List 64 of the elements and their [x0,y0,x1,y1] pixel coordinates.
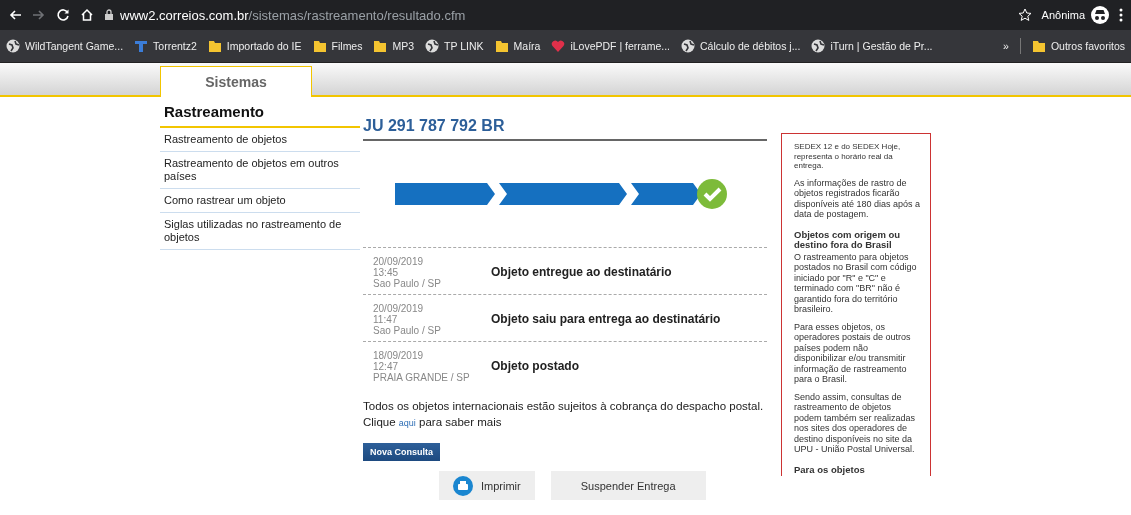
folder-icon [312,39,327,53]
info-text: SEDEX 12 e do SEDEX Hoje, representa o horário real da entrega. [794,142,902,171]
home-icon[interactable] [80,8,94,22]
event-date: 20/09/2019 [373,302,424,314]
globe-icon [681,39,695,53]
notice-text: Todos os objetos internacionais estão sujeitos à cobrança do despacho postal. Clique aqui para saber mais [363,399,765,430]
globe-icon [811,39,826,53]
new-query-button[interactable]: Nova Consulta [363,443,440,461]
event-time: 11:47 [373,313,398,325]
bookmark[interactable]: MP3 [373,39,415,53]
sidebar-link[interactable]: Rastreamento de objetos [160,128,360,152]
folder-icon [494,39,509,53]
address-bar[interactable]: www2.correios.com.br/sistemas/rastreamento/resultado.cfm [104,3,1008,27]
profile-button[interactable]: Anônima [1041,6,1109,24]
event-status: Objeto saiu para entrega ao destinatário [491,312,721,326]
bookmark[interactable]: Outros favoritos [1031,39,1125,53]
sidebar-title: Rastreamento [160,103,360,128]
globe-icon [6,39,20,53]
event-time: 13:45 [373,266,399,278]
bookmark[interactable]: Torrentz2 [134,39,197,53]
event-date: 20/09/2019 [373,255,424,267]
event-status: Objeto postado [491,359,579,373]
bookmark[interactable]: TP LINK [425,39,484,53]
heart-icon [551,39,566,53]
info-heading: Para os objetos [794,464,866,475]
bookmark[interactable]: Filmes [312,39,363,53]
star-icon[interactable] [1017,8,1032,22]
lock-icon [104,9,114,21]
sidebar-link[interactable]: Siglas utilizadas no rastreamento de objetos [160,213,360,250]
reload-icon[interactable] [56,8,70,22]
tracking-code: JU 291 787 792 BR [363,117,767,141]
printer-icon [453,475,473,496]
folder-icon [373,39,388,53]
menu-icon[interactable] [1119,8,1123,22]
event-date: 18/09/2019 [373,349,424,361]
nav-tab[interactable]: Sistemas [160,66,312,97]
event-status: Objeto entregue ao destinatário [491,265,672,279]
bookmark[interactable]: Importado do IE [207,39,302,53]
sidebar-link[interactable]: Rastreamento de objetos em outros países [160,152,360,189]
folder-icon [207,39,222,53]
info-text: Sendo assim, consultas de rastreamento de objetos podem também ser realizadas nos sites dos operadores de destino disponíveis no site da UPU - União Postal Universal. [794,391,917,455]
back-icon[interactable] [8,8,22,22]
letter-t-icon [134,39,149,53]
bookmarks-overflow[interactable]: » [1003,40,1009,52]
info-text: As informações de rastro de objetos registrados ficarão disponíveis até 180 dias após a data de postagem. [794,177,921,220]
sidebar-link[interactable]: Como rastrear um objeto [160,189,360,213]
bookmark[interactable]: iLovePDF | ferrame... [551,39,670,53]
suspend-delivery-button[interactable]: Suspender Entrega [550,471,706,500]
event-location: Sao Paulo / SP [373,277,441,289]
print-button[interactable]: Imprimir [439,471,535,500]
incognito-icon [1091,6,1109,24]
bookmark[interactable]: Cálculo de débitos j... [681,39,801,53]
event-time: 12:47 [373,360,399,372]
event-location: Sao Paulo / SP [373,324,441,336]
more-info-link[interactable]: aqui [398,418,416,428]
info-heading: Objetos com origem ou destino fora do Brasil [794,229,902,251]
event-location: PRAIA GRANDE / SP [373,371,470,383]
globe-icon [425,39,440,53]
info-text: Para esses objetos, os operadores postais de outros países podem não disponibilizar e/ou transmitir informação de rastreamento para o Brasil. [794,321,912,385]
info-text: O rastreamento para objetos postados no Brasil com código iniciado por "R" e "C" e terminado com "BR" não é garantido fora do território brasileiro. [794,251,918,315]
folder-icon [1031,39,1046,53]
bookmark[interactable]: WildTangent Game... [6,39,124,53]
bookmark[interactable]: iTurn | Gestão de Pr... [811,39,933,53]
bookmark[interactable]: Maíra [494,39,541,53]
